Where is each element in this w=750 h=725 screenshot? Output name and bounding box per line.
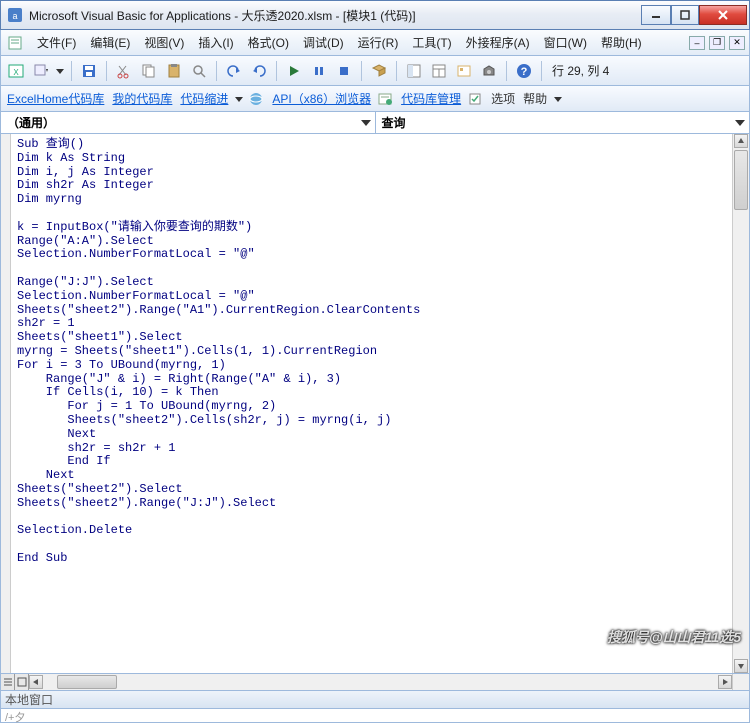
project-explorer-button[interactable] — [403, 60, 425, 82]
find-button[interactable] — [188, 60, 210, 82]
separator-icon — [361, 61, 362, 81]
link-indent[interactable]: 代码缩进 — [178, 90, 230, 107]
paste-button[interactable] — [163, 60, 185, 82]
svg-text:a: a — [12, 11, 17, 21]
properties-button[interactable] — [428, 60, 450, 82]
scroll-right-arrow-icon[interactable] — [718, 675, 732, 689]
menu-edit[interactable]: 编辑(E) — [84, 31, 136, 54]
menu-bar: 文件(F) 编辑(E) 视图(V) 插入(I) 格式(O) 调试(D) 运行(R… — [0, 30, 750, 56]
scroll-thumb[interactable] — [57, 675, 117, 689]
separator-icon — [216, 61, 217, 81]
vertical-scrollbar[interactable] — [732, 134, 749, 673]
cut-button[interactable] — [113, 60, 135, 82]
api-icon — [248, 91, 264, 107]
view-excel-button[interactable]: X — [5, 60, 27, 82]
help-button[interactable]: ? — [513, 60, 535, 82]
standard-toolbar: X ? 行 29, 列 4 — [0, 56, 750, 86]
svg-text:X: X — [13, 68, 19, 77]
scroll-down-arrow-icon[interactable] — [734, 659, 748, 673]
menu-tools[interactable]: 工具(T) — [406, 31, 457, 54]
full-module-view-button[interactable] — [15, 674, 29, 690]
scroll-left-arrow-icon[interactable] — [29, 675, 43, 689]
addin-toolbar: ExcelHome代码库 我的代码库 代码缩进 API（x86）浏览器 代码库管… — [0, 86, 750, 112]
code-pane-selectors: （通用） 查询 — [0, 112, 750, 134]
window-titlebar: a Microsoft Visual Basic for Application… — [0, 0, 750, 30]
menu-help[interactable]: 帮助(H) — [595, 31, 648, 54]
separator-icon — [541, 61, 542, 81]
insert-dropdown-button[interactable] — [30, 60, 52, 82]
cursor-position: 行 29, 列 4 — [552, 62, 609, 79]
scroll-up-arrow-icon[interactable] — [734, 134, 748, 148]
scroll-corner — [732, 674, 749, 690]
link-api[interactable]: API（x86）浏览器 — [270, 90, 373, 107]
copy-button[interactable] — [138, 60, 160, 82]
menu-debug[interactable]: 调试(D) — [297, 31, 350, 54]
margin-indicator-bar[interactable] — [1, 134, 11, 673]
reset-button[interactable] — [333, 60, 355, 82]
mdi-restore-button[interactable]: ❐ — [709, 36, 725, 50]
link-options[interactable]: 选项 — [489, 90, 517, 107]
run-button[interactable] — [283, 60, 305, 82]
manage-icon — [377, 91, 393, 107]
menu-addins[interactable]: 外接程序(A) — [460, 31, 536, 54]
procedure-selector-value: 查询 — [382, 114, 406, 131]
procedure-selector[interactable]: 查询 — [376, 112, 750, 133]
procedure-view-button[interactable] — [1, 674, 15, 690]
code-editor: Sub 查询() Dim k As String Dim i, j As Int… — [0, 134, 750, 674]
link-mycode[interactable]: 我的代码库 — [110, 90, 174, 107]
redo-button[interactable] — [248, 60, 270, 82]
chevron-down-icon[interactable] — [361, 118, 371, 128]
toolbox-button[interactable] — [478, 60, 500, 82]
dropdown-arrow-icon[interactable] — [234, 94, 244, 104]
menu-format[interactable]: 格式(O) — [242, 31, 295, 54]
link-help[interactable]: 帮助 — [521, 90, 549, 107]
locals-window-title: 本地窗口 — [5, 691, 53, 708]
chevron-down-icon[interactable] — [735, 118, 745, 128]
code-view-footer — [0, 674, 750, 691]
separator-icon — [276, 61, 277, 81]
undo-button[interactable] — [223, 60, 245, 82]
dropdown-arrow-icon[interactable] — [553, 94, 563, 104]
save-button[interactable] — [78, 60, 100, 82]
object-selector[interactable]: （通用） — [1, 112, 376, 133]
mdi-controls: – ❐ ✕ — [689, 36, 745, 50]
link-manage[interactable]: 代码库管理 — [399, 90, 463, 107]
window-title: Microsoft Visual Basic for Applications … — [29, 7, 635, 24]
separator-icon — [106, 61, 107, 81]
menu-run[interactable]: 运行(R) — [352, 31, 405, 54]
break-button[interactable] — [308, 60, 330, 82]
scroll-thumb[interactable] — [734, 150, 748, 210]
minimize-button[interactable] — [641, 5, 671, 25]
menu-view[interactable]: 视图(V) — [138, 31, 190, 54]
maximize-button[interactable] — [671, 5, 699, 25]
mdi-close-button[interactable]: ✕ — [729, 36, 745, 50]
object-selector-value: （通用） — [7, 114, 55, 131]
link-excelhome[interactable]: ExcelHome代码库 — [5, 90, 106, 107]
mdi-minimize-button[interactable]: – — [689, 36, 705, 50]
window-controls — [641, 5, 747, 25]
menu-insert[interactable]: 插入(I) — [192, 31, 239, 54]
locals-window-header[interactable]: 本地窗口 — [0, 691, 750, 709]
separator-icon — [506, 61, 507, 81]
options-icon — [467, 91, 483, 107]
code-text[interactable]: Sub 查询() Dim k As String Dim i, j As Int… — [11, 134, 732, 673]
locals-stub-text: /+夕 — [5, 712, 25, 724]
view-mode-tabs — [1, 674, 29, 690]
object-browser-button[interactable] — [453, 60, 475, 82]
svg-text:?: ? — [521, 66, 528, 78]
menu-file[interactable]: 文件(F) — [31, 31, 82, 54]
module-icon — [5, 33, 25, 53]
separator-icon — [396, 61, 397, 81]
horizontal-scrollbar[interactable] — [29, 674, 732, 690]
vba-icon: a — [7, 7, 23, 23]
separator-icon — [71, 61, 72, 81]
close-button[interactable] — [699, 5, 747, 25]
dropdown-arrow-icon[interactable] — [55, 66, 65, 76]
locals-window-body[interactable]: /+夕 — [0, 709, 750, 723]
menu-window[interactable]: 窗口(W) — [538, 31, 593, 54]
design-mode-button[interactable] — [368, 60, 390, 82]
